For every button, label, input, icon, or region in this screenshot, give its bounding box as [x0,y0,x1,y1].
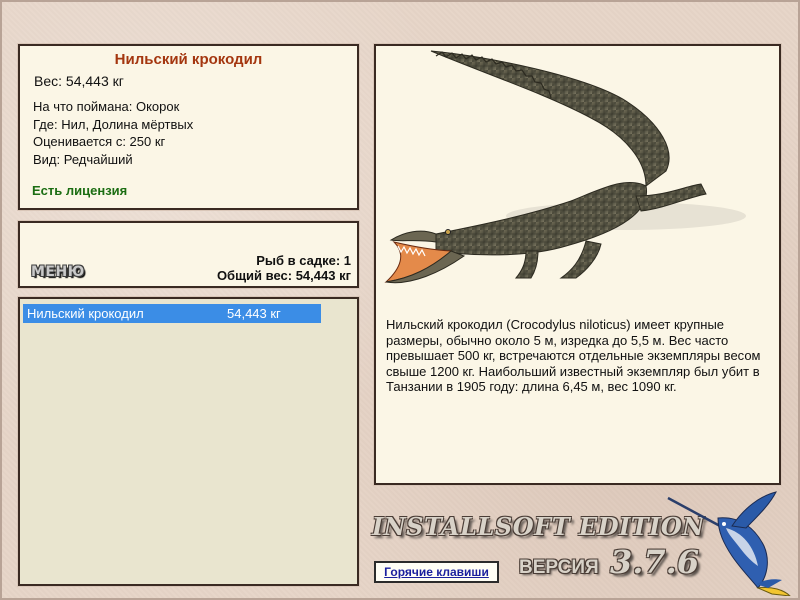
list-item-name: Нильский крокодил [27,306,144,321]
catch-list[interactable]: Нильский крокодил 54,443 кг [18,297,359,586]
keepnet-stats: Рыб в садке: 1 Общий вес: 54,443 кг [217,253,351,283]
menu-button[interactable]: МЕНЮ [31,264,85,280]
rarity-line: Вид: Редчайший [33,151,133,167]
fish-weight: Вес: 54,443 кг [34,73,124,89]
hotkeys-button[interactable]: Горячие клавиши [374,561,499,583]
fish-image-panel: Нильский крокодил (Crocodylus niloticus)… [374,44,781,485]
fish-description: Нильский крокодил (Crocodylus niloticus)… [386,317,761,394]
fish-name: Нильский крокодил [114,51,263,68]
fish-info-panel: Нильский крокодил Вес: 54,443 кг На что … [18,44,359,210]
list-item[interactable]: Нильский крокодил 54,443 кг [23,304,321,323]
marlin-icon [667,491,791,596]
fish-details: На что поймана: Окорок Где: Нил, Долина … [33,98,193,168]
list-item-weight: 54,443 кг [227,306,281,321]
version-label: ВЕРСИЯ [519,557,599,578]
location-line: Где: Нил, Долина мёртвых [33,116,194,132]
crocodile-image [384,50,746,284]
value-line: Оценивается с: 250 кг [33,134,166,149]
fish-count: Рыб в садке: 1 [256,253,351,268]
license-status: Есть лицензия [32,183,128,198]
edition-logo: INSTALLSOFT EDITION [372,512,705,541]
total-weight: Общий вес: 54,443 кг [216,268,351,283]
bait-line: На что поймана: Окорок [33,99,180,114]
keepnet-panel: МЕНЮ Рыб в садке: 1 Общий вес: 54,443 кг [18,221,359,288]
